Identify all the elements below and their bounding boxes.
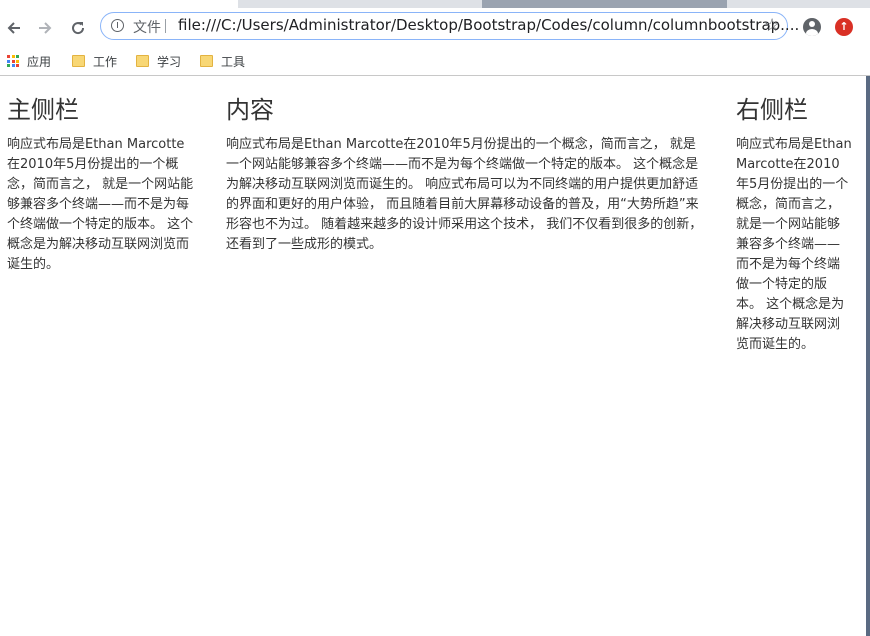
main-content-column: 内容 响应式布局是Ethan Marcotte在2010年5月份提出的一个概念，… — [226, 77, 704, 255]
update-icon[interactable]: ↑ — [835, 18, 853, 36]
browser-toolbar: 文件 file:///C:/Users/Administrator/Deskto… — [0, 8, 870, 46]
browser-titlebar — [0, 0, 870, 8]
star-icon[interactable]: ☆ — [764, 15, 780, 36]
main-content-text: 响应式布局是Ethan Marcotte在2010年5月份提出的一个概念，简而言… — [226, 137, 703, 252]
right-sidebar-column: 右侧栏 响应式布局是Ethan Marcotte在2010年5月份提出的一个概念… — [736, 77, 852, 355]
omnibox-url[interactable]: file:///C:/Users/Administrator/Desktop/B… — [178, 16, 799, 34]
address-bar[interactable]: 文件 file:///C:/Users/Administrator/Deskto… — [100, 12, 799, 40]
bookmarks-bar: 应用 工作 学习 工具 — [0, 46, 870, 76]
arrow-right-icon — [39, 22, 52, 34]
info-icon[interactable] — [111, 19, 124, 32]
apps-grid-icon — [7, 55, 19, 67]
folder-icon — [136, 55, 149, 67]
arrow-left-icon — [7, 22, 20, 34]
reload-icon — [72, 22, 85, 35]
bookmark-label: 应用 — [27, 54, 52, 69]
forward-button[interactable] — [34, 17, 56, 39]
left-sidebar-column: 主侧栏 响应式布局是Ethan Marcotte在2010年5月份提出的一个概念… — [7, 77, 197, 275]
folder-icon — [72, 55, 85, 67]
bookmark-apps[interactable]: 应用 — [7, 52, 51, 70]
bookmark-study[interactable]: 学习 — [136, 52, 181, 70]
omnibox-separator — [165, 19, 166, 33]
account-head — [809, 21, 815, 27]
left-sidebar-text: 响应式布局是Ethan Marcotte在2010年5月份提出的一个概念，简而言… — [7, 137, 194, 272]
omnibox-scheme-label: 文件 — [133, 20, 161, 36]
right-sidebar-heading: 右侧栏 — [736, 96, 808, 124]
bookmark-label: 工具 — [221, 54, 246, 69]
bookmark-label: 学习 — [157, 54, 182, 69]
page-content: 主侧栏 响应式布局是Ethan Marcotte在2010年5月份提出的一个概念… — [0, 77, 866, 636]
inactive-tab[interactable] — [482, 0, 727, 8]
main-content-heading: 内容 — [226, 96, 274, 124]
bookmark-work[interactable]: 工作 — [72, 52, 117, 70]
bookmark-tools[interactable]: 工具 — [200, 52, 245, 70]
active-tab[interactable] — [0, 0, 238, 8]
bookmark-label: 工作 — [93, 54, 118, 69]
account-icon[interactable] — [803, 18, 821, 36]
account-body — [806, 29, 818, 36]
back-button[interactable] — [3, 17, 25, 39]
right-sidebar-text: 响应式布局是Ethan Marcotte在2010年5月份提出的一个概念，简而言… — [736, 137, 852, 352]
reload-button[interactable] — [67, 17, 89, 39]
window-edge — [866, 76, 870, 636]
left-sidebar-heading: 主侧栏 — [7, 96, 79, 124]
folder-icon — [200, 55, 213, 67]
